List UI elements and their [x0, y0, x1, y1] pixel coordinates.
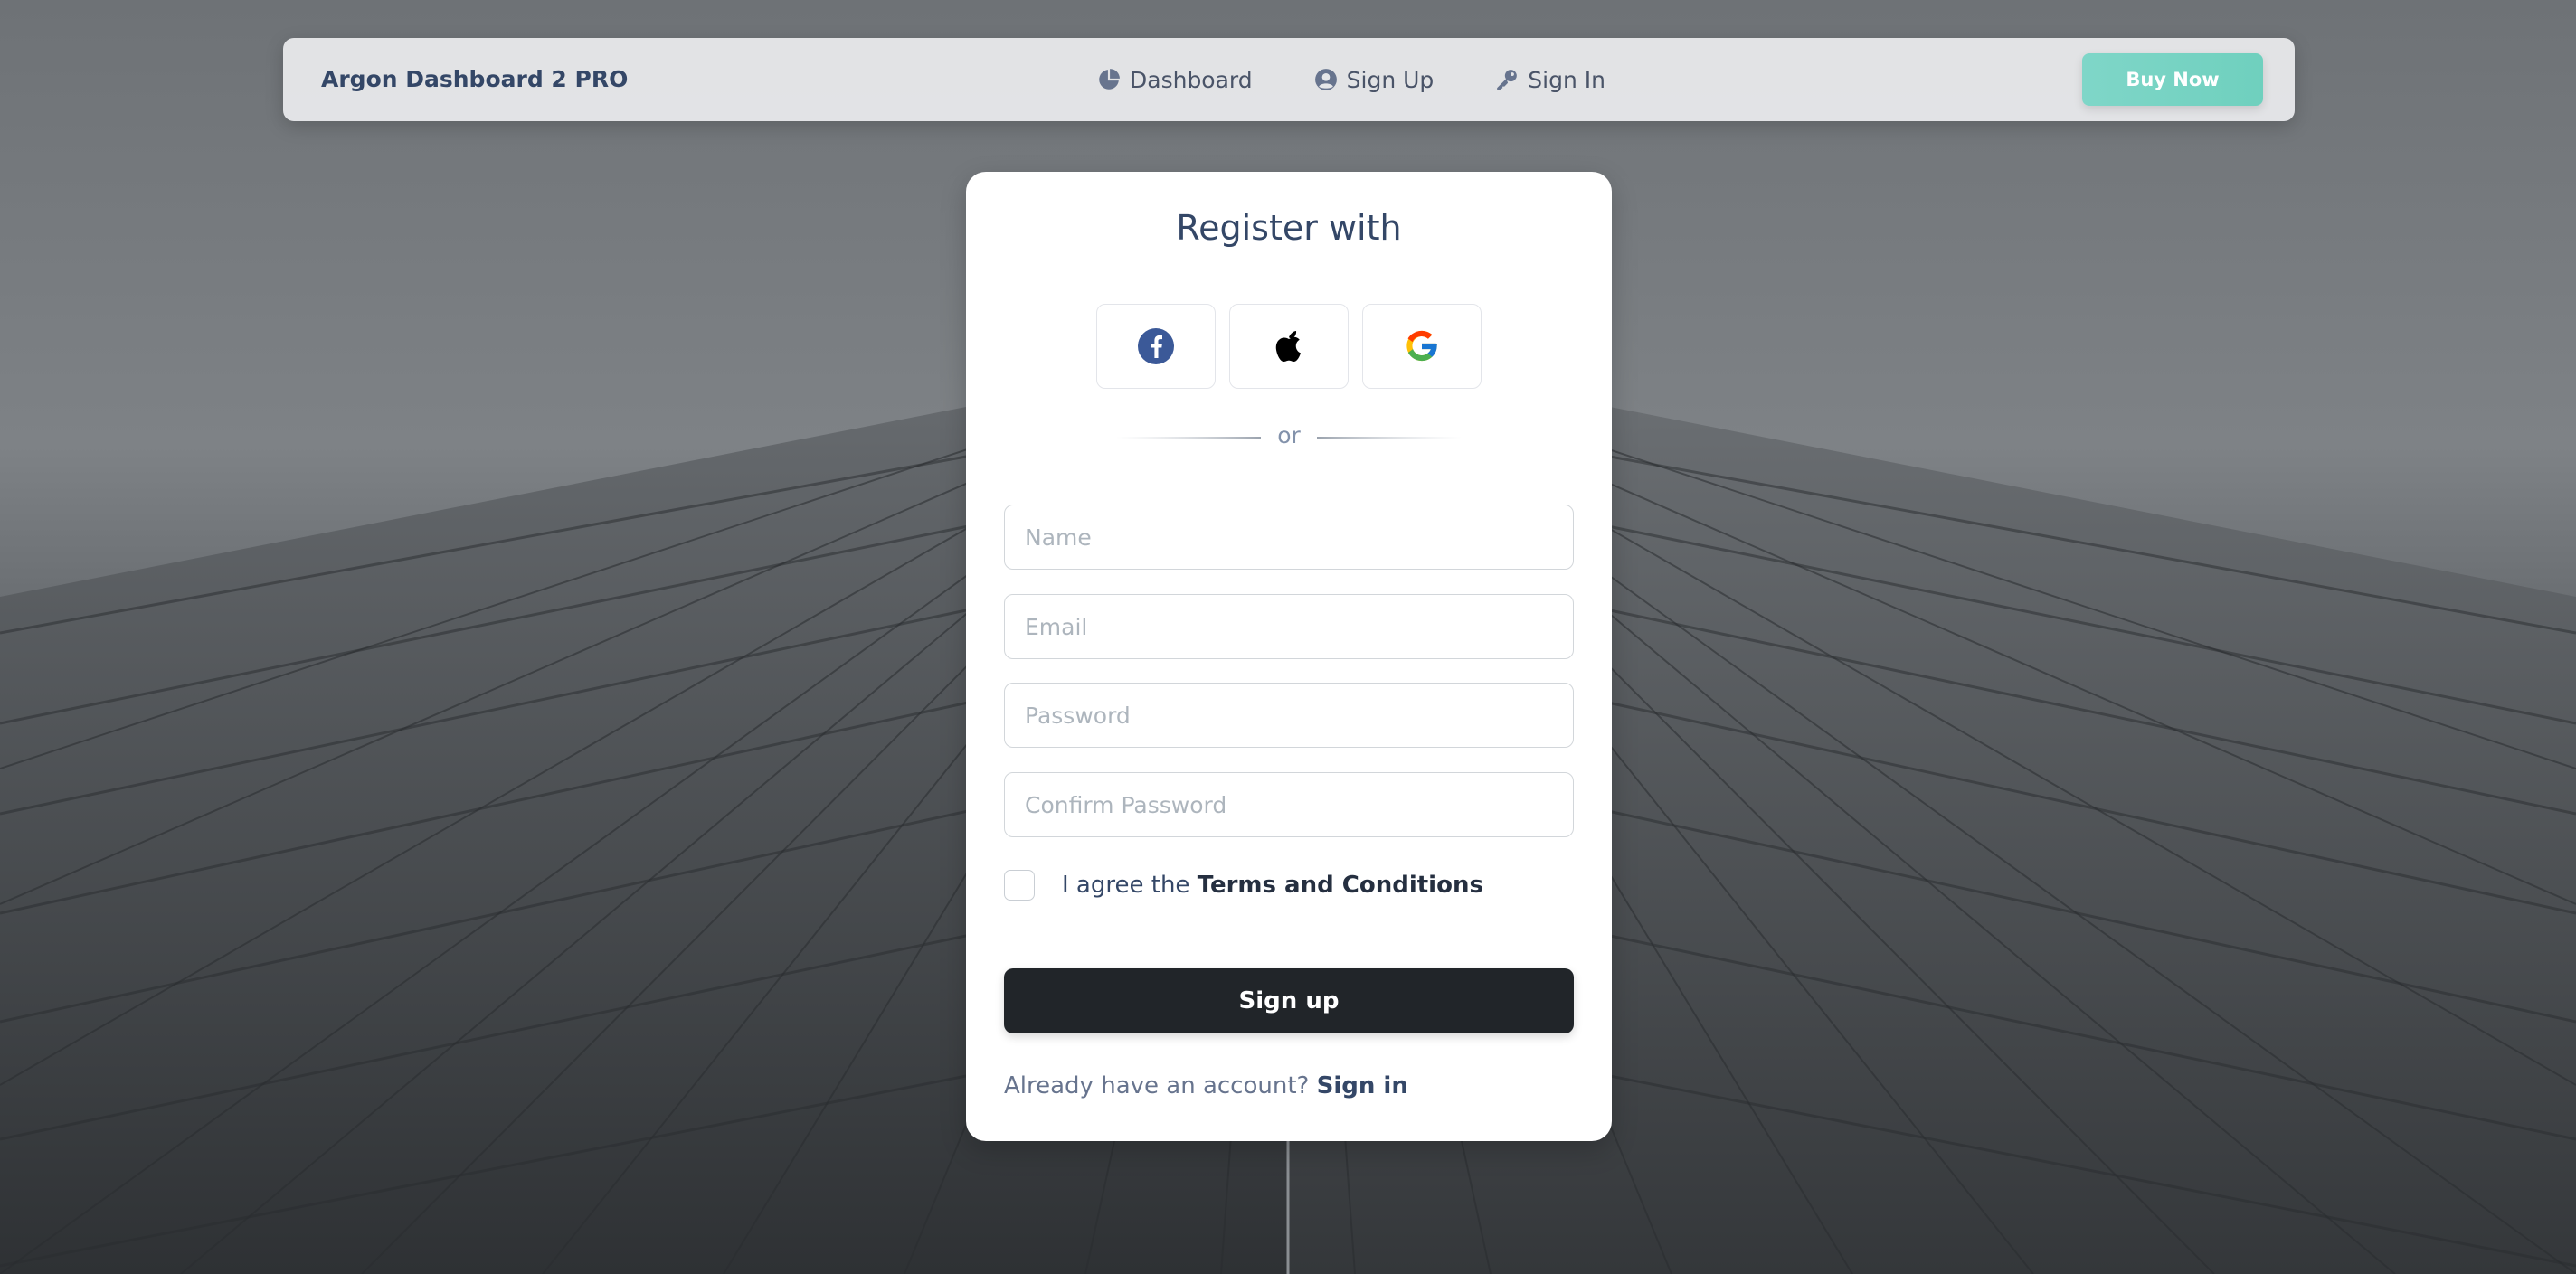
page: Argon Dashboard 2 PRO Dashboard Sign Up [0, 0, 2576, 1274]
terms-link[interactable]: Terms and Conditions [1198, 872, 1483, 899]
nav-link-label: Sign Up [1346, 66, 1435, 93]
apple-icon [1275, 331, 1301, 362]
agree-text: I agree the [1062, 872, 1190, 899]
confirm-password-field[interactable] [1004, 772, 1574, 837]
buy-now-button[interactable]: Buy Now [2082, 53, 2263, 106]
email-field[interactable] [1004, 594, 1574, 659]
key-icon [1497, 70, 1518, 90]
terms-agreement: I agree the Terms and Conditions [1062, 868, 1483, 902]
terms-checkbox[interactable] [1004, 870, 1035, 901]
apple-login-button[interactable] [1229, 304, 1349, 389]
or-divider: or [966, 418, 1612, 454]
pie-chart-icon [1099, 69, 1120, 90]
nav-link-sign-in[interactable]: Sign In [1495, 67, 1605, 93]
nav-link-dashboard[interactable]: Dashboard [1097, 67, 1253, 93]
name-field[interactable] [1004, 505, 1574, 570]
google-icon [1406, 330, 1438, 362]
nav-link-sign-up[interactable]: Sign Up [1314, 66, 1435, 93]
nav-links: Dashboard Sign Up Sign In [1097, 38, 1605, 121]
register-card: Register with or Name Email I agree the … [966, 172, 1612, 1141]
sign-up-button[interactable]: Sign up [1004, 968, 1574, 1033]
password-field[interactable] [1004, 683, 1574, 748]
user-circle-icon [1314, 69, 1337, 90]
nav-link-label: Dashboard [1130, 66, 1253, 93]
facebook-login-button[interactable] [1096, 304, 1216, 389]
top-navbar: Argon Dashboard 2 PRO Dashboard Sign Up [283, 38, 2295, 121]
divider-text: or [1277, 422, 1301, 448]
google-login-button[interactable] [1362, 304, 1482, 389]
nav-link-label: Sign In [1528, 66, 1605, 93]
brand-logo[interactable]: Argon Dashboard 2 PRO [321, 38, 628, 121]
already-text: Already have an account? [1004, 1072, 1310, 1099]
card-title: Register with [1176, 208, 1402, 248]
sign-in-link[interactable]: Sign in [1317, 1072, 1408, 1099]
facebook-icon [1138, 328, 1174, 364]
sign-in-prompt: Already have an account? Sign in [1004, 1069, 1408, 1103]
